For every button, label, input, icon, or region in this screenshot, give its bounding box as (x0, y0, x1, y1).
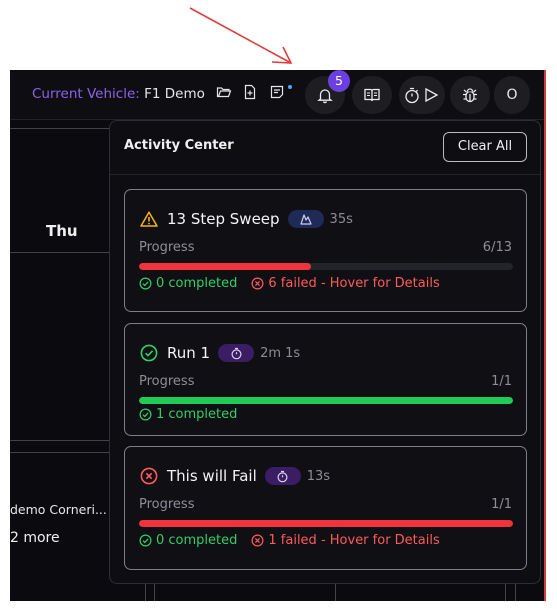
debug-button[interactable] (450, 76, 490, 114)
calendar-more-link[interactable]: 2 more (10, 527, 110, 547)
x-circle-icon (139, 466, 159, 486)
activity-center-panel: Activity Center Clear All 13 Step Sweep … (109, 120, 541, 584)
failed-details-link[interactable]: 6 failed - Hover for Details (251, 276, 440, 291)
calendar-divider (154, 584, 155, 601)
completed-summary: 1 completed (139, 407, 237, 422)
progress-bar-fill (139, 397, 513, 404)
x-circle-icon (251, 277, 264, 290)
stopwatch-icon (218, 344, 255, 362)
progress-bar-fill (139, 263, 312, 270)
check-circle-icon (139, 534, 152, 547)
activity-duration: 13s (306, 468, 331, 484)
window-edge (544, 70, 546, 601)
current-vehicle-value: F1 Demo (144, 86, 205, 102)
notification-count-badge: 5 (328, 70, 350, 92)
progress-count: 1/1 (491, 374, 512, 389)
calendar-divider (505, 584, 506, 601)
open-folder-icon[interactable] (214, 84, 234, 104)
progress-bar-fill (139, 520, 513, 527)
progress-bar (139, 397, 513, 404)
activity-card-header: This will Fail 13s (139, 465, 330, 487)
activity-duration: 2m 1s (260, 345, 301, 361)
current-vehicle-label: Current Vehicle: (32, 86, 140, 102)
stopwatch-icon (264, 467, 301, 485)
calendar-event-label: demo Corneri... (10, 502, 107, 517)
completed-count: 1 completed (156, 407, 238, 422)
unsaved-indicator (288, 85, 292, 89)
clear-all-button[interactable]: Clear All (443, 132, 527, 162)
progress-label: Progress (139, 497, 195, 512)
activity-card[interactable]: Run 1 2m 1s Progress 1/1 1 completed (124, 323, 527, 436)
activity-summary: 0 completed 6 failed - Hover for Details (139, 276, 440, 291)
annotation-arrow (189, 7, 293, 64)
check-circle-icon (139, 277, 152, 290)
check-circle-icon (139, 343, 159, 363)
top-bar: Current Vehicle: F1 Demo 5 O (10, 70, 544, 120)
failed-count: 6 failed - Hover for Details (268, 276, 440, 291)
activity-title: This will Fail (167, 467, 257, 485)
failed-count: 1 failed - Hover for Details (268, 533, 440, 548)
progress-bar (139, 263, 513, 270)
check-circle-icon (139, 408, 152, 421)
activity-card-header: Run 1 2m 1s (139, 342, 300, 364)
activity-summary: 0 completed 1 failed - Hover for Details (139, 533, 440, 548)
calendar-day-label: Thu (46, 222, 78, 240)
calendar-day-header: Thu (10, 128, 110, 253)
completed-summary: 0 completed (139, 276, 237, 291)
activity-card[interactable]: This will Fail 13s Progress 1/1 0 comple… (124, 446, 527, 570)
activity-summary: 1 completed (139, 407, 237, 422)
panel-divider (110, 174, 540, 175)
calendar-divider (10, 452, 110, 453)
notes-icon[interactable] (267, 84, 287, 104)
bug-icon (463, 88, 477, 103)
x-circle-icon (251, 534, 264, 547)
user-initial: O (506, 87, 518, 103)
sweep-icon (287, 210, 324, 228)
new-file-icon[interactable] (240, 84, 260, 104)
completed-summary: 0 completed (139, 533, 237, 548)
calendar-divider (335, 584, 336, 601)
activity-center-title: Activity Center (124, 138, 234, 153)
docs-button[interactable] (352, 76, 392, 114)
activity-card[interactable]: 13 Step Sweep 35s Progress 6/13 0 comple… (124, 189, 527, 312)
warning-icon (139, 209, 159, 229)
progress-bar (139, 520, 513, 527)
calendar-more-label: 2 more (10, 530, 60, 546)
progress-count: 6/13 (482, 240, 512, 255)
calendar-divider (10, 440, 110, 441)
calendar-divider (145, 584, 146, 601)
user-avatar-button[interactable]: O (494, 76, 530, 114)
run-timer-button[interactable] (399, 76, 445, 114)
calendar-event[interactable]: demo Corneri... (10, 499, 110, 519)
app-window: Thu demo Corneri... 2 more Current Vehic… (10, 70, 544, 601)
stopwatch-play-icon (405, 87, 439, 104)
activity-duration: 35s (329, 211, 353, 227)
completed-count: 0 completed (156, 533, 238, 548)
book-icon (364, 88, 380, 102)
current-vehicle[interactable]: Current Vehicle: F1 Demo (32, 86, 205, 102)
progress-label: Progress (139, 374, 195, 389)
activity-title: 13 Step Sweep (167, 210, 280, 228)
progress-label: Progress (139, 240, 195, 255)
failed-details-link[interactable]: 1 failed - Hover for Details (251, 533, 440, 548)
activity-card-header: 13 Step Sweep 35s (139, 208, 353, 230)
calendar-divider (515, 584, 516, 601)
activity-title: Run 1 (167, 344, 211, 362)
completed-count: 0 completed (156, 276, 238, 291)
progress-count: 1/1 (491, 497, 512, 512)
